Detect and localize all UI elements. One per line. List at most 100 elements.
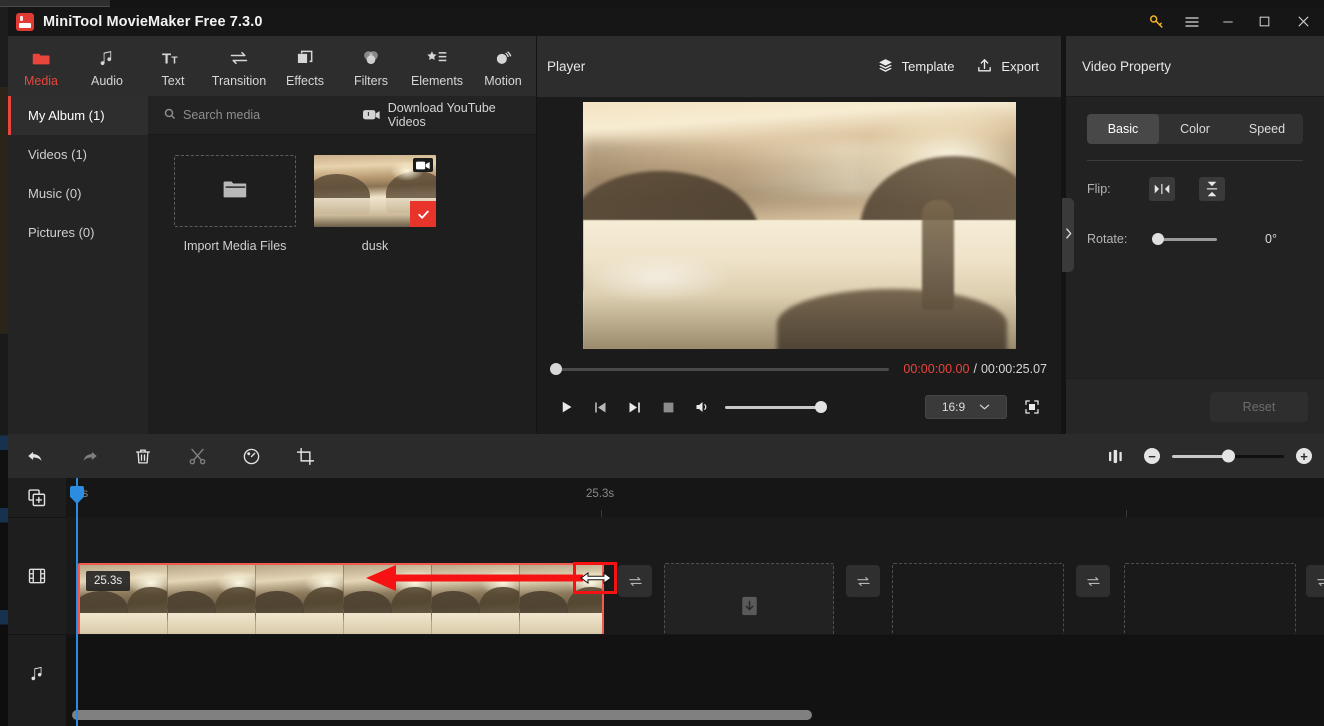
tab-text[interactable]: T T Text	[140, 41, 206, 96]
next-frame-button[interactable]	[617, 392, 651, 422]
category-label: Music (0)	[28, 186, 82, 201]
template-button[interactable]: Template	[869, 51, 963, 83]
panel-collapse-handle[interactable]	[1062, 198, 1074, 272]
volume-handle[interactable]	[815, 401, 827, 413]
undo-button[interactable]	[8, 434, 62, 478]
tab-speed[interactable]: Speed	[1231, 114, 1303, 144]
film-strip-icon[interactable]	[8, 517, 66, 634]
delete-button[interactable]	[116, 434, 170, 478]
player-controls: 16:9	[537, 385, 1061, 429]
transition-slot[interactable]	[618, 565, 652, 597]
flip-vertical-icon[interactable]	[1199, 177, 1225, 201]
folder-open-icon	[222, 178, 248, 205]
zoom-handle[interactable]	[1222, 449, 1235, 463]
speed-button[interactable]	[224, 434, 278, 478]
tab-filters[interactable]: Filters	[338, 41, 404, 96]
crop-button[interactable]	[278, 434, 332, 478]
tab-media[interactable]: Media	[8, 41, 74, 101]
category-label: Videos (1)	[28, 147, 88, 162]
background-window-sliver	[0, 0, 8, 726]
player-header: Player Template Export	[537, 36, 1061, 97]
player-right-controls: 16:9	[925, 392, 1049, 422]
filter-circles-icon	[361, 46, 381, 70]
seek-bar[interactable]	[550, 363, 890, 375]
current-time: 00:00:00.00	[903, 362, 970, 376]
split-button[interactable]	[170, 434, 224, 478]
flip-label: Flip:	[1087, 182, 1111, 196]
flip-horizontal-icon[interactable]	[1149, 177, 1175, 201]
play-button[interactable]	[549, 392, 583, 422]
stop-button[interactable]	[651, 392, 685, 422]
timeline-scrollbar-thumb[interactable]	[72, 710, 812, 720]
background-window-titlebar	[0, 0, 110, 7]
import-media-files-button[interactable]	[174, 155, 296, 227]
search-input[interactable]	[183, 108, 333, 122]
tab-color[interactable]: Color	[1159, 114, 1231, 144]
title-bar: MiniTool MovieMaker Free 7.3.0	[8, 7, 1324, 36]
fit-timeline-icon[interactable]	[1102, 434, 1132, 478]
hamburger-menu-icon[interactable]	[1174, 7, 1210, 36]
volume-slider[interactable]	[725, 401, 827, 413]
timeline-scrollbar-track[interactable]	[66, 710, 1324, 722]
sidebar-item-videos[interactable]: Videos (1)	[8, 135, 148, 174]
audio-track-music-note-icon[interactable]	[8, 634, 66, 712]
text-icon: T T	[162, 46, 184, 70]
music-note-icon	[97, 46, 117, 70]
key-icon[interactable]	[1138, 7, 1174, 36]
tab-elements[interactable]: Elements	[404, 41, 470, 96]
timeline-zoom-slider[interactable]	[1172, 449, 1284, 463]
minimize-icon[interactable]	[1210, 7, 1246, 36]
sidebar-item-my-album[interactable]: My Album (1)	[8, 96, 148, 135]
transition-slot[interactable]	[1076, 565, 1110, 597]
add-to-timeline-icon	[741, 596, 758, 621]
reset-button[interactable]: Reset	[1210, 391, 1308, 422]
video-track[interactable]: 25.3s	[66, 517, 1324, 653]
media-item-dusk[interactable]: dusk	[314, 155, 436, 253]
sidebar-item-pictures[interactable]: Pictures (0)	[8, 213, 148, 252]
media-panel: My Album (1) Videos (1) Music (0) Pictur…	[8, 96, 536, 434]
timeline-ruler[interactable]: 0s 25.3s	[66, 478, 1324, 517]
previous-frame-button[interactable]	[583, 392, 617, 422]
seek-handle[interactable]	[550, 363, 562, 375]
template-label: Template	[901, 59, 955, 74]
search-media-box[interactable]	[164, 108, 343, 123]
rotate-row: Rotate: 0°	[1087, 217, 1303, 261]
tab-transition[interactable]: Transition	[206, 41, 272, 96]
tab-motion[interactable]: Motion	[470, 41, 536, 96]
add-media-icon[interactable]	[8, 478, 66, 517]
media-thumbnail[interactable]	[314, 155, 436, 227]
aspect-ratio-select[interactable]: 16:9	[925, 395, 1007, 419]
maximize-icon[interactable]	[1246, 7, 1282, 36]
app-logo-icon	[16, 12, 34, 31]
transition-slot[interactable]	[846, 565, 880, 597]
rotate-handle[interactable]	[1152, 233, 1164, 245]
audio-track[interactable]	[66, 634, 1324, 712]
media-grid: Import Media Files dusk	[148, 135, 536, 253]
download-youtube-videos-button[interactable]: Download YouTube Videos	[362, 101, 536, 129]
import-media-label: Import Media Files	[183, 239, 287, 253]
tab-audio[interactable]: Audio	[74, 41, 140, 96]
tab-effects[interactable]: Effects	[272, 41, 338, 96]
property-panel-body: Basic Color Speed Flip: Rotate: 0°	[1066, 97, 1324, 261]
export-button[interactable]: Export	[968, 51, 1047, 83]
template-layers-icon	[877, 57, 894, 77]
tab-label: Media	[23, 74, 59, 88]
volume-button[interactable]	[685, 392, 719, 422]
chevron-right-icon	[1065, 228, 1072, 242]
video-property-panel: Video Property Basic Color Speed Flip: R…	[1066, 36, 1324, 434]
close-icon[interactable]	[1282, 7, 1324, 36]
import-media-cell[interactable]: Import Media Files	[174, 155, 296, 253]
transition-slot[interactable]	[1306, 565, 1324, 597]
ruler-tick-mark	[601, 510, 602, 517]
video-preview[interactable]	[582, 101, 1016, 349]
rotate-slider[interactable]	[1152, 233, 1217, 245]
fullscreen-icon[interactable]	[1015, 392, 1049, 422]
tab-basic[interactable]: Basic	[1087, 114, 1159, 144]
zoom-out-icon[interactable]: −	[1144, 448, 1160, 464]
playhead[interactable]	[70, 478, 84, 726]
redo-button[interactable]	[62, 434, 116, 478]
chevron-down-icon	[979, 400, 990, 414]
sidebar-item-music[interactable]: Music (0)	[8, 174, 148, 213]
zoom-in-icon[interactable]: +	[1296, 448, 1312, 464]
download-youtube-label: Download YouTube Videos	[387, 101, 496, 129]
